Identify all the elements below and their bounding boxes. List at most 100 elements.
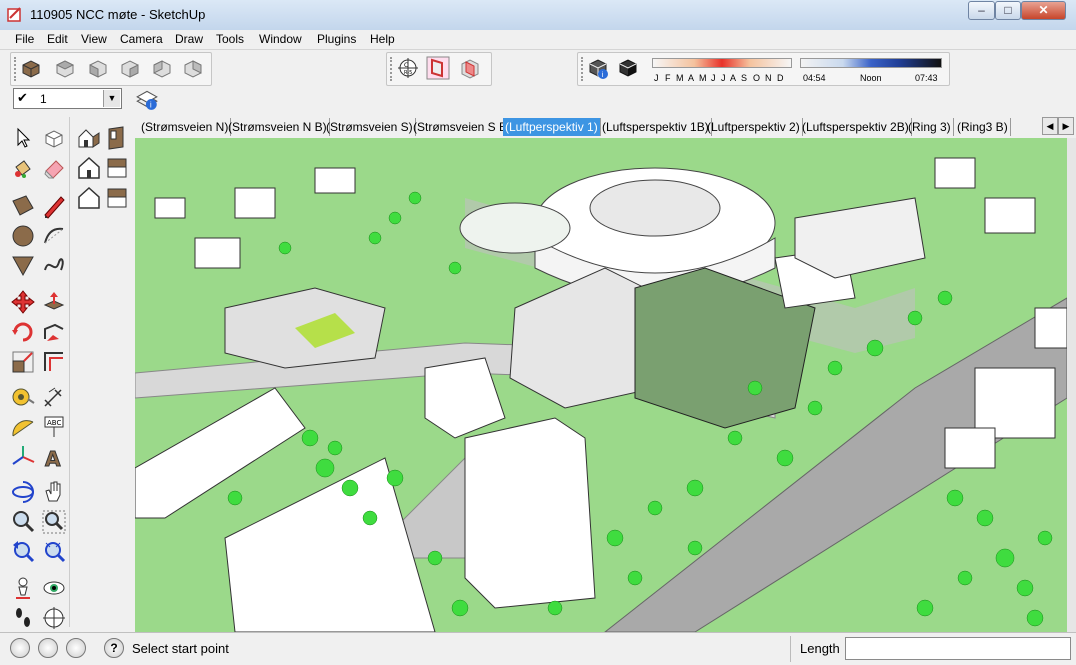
user-icon[interactable]	[66, 638, 86, 658]
move-icon[interactable]	[10, 289, 36, 315]
line-pencil-icon[interactable]	[41, 193, 67, 219]
offset-icon[interactable]	[41, 349, 67, 375]
length-input[interactable]	[845, 637, 1071, 660]
svg-text:i: i	[150, 101, 152, 110]
circle-icon[interactable]	[10, 223, 36, 249]
component-window-icon[interactable]	[104, 155, 130, 181]
rotate-icon[interactable]	[10, 319, 36, 345]
push-pull-icon[interactable]	[41, 289, 67, 315]
shadow-settings-icon[interactable]: i	[586, 56, 610, 80]
back-view-icon[interactable]	[150, 56, 174, 80]
section-cuts-icon[interactable]	[426, 56, 450, 80]
component-house-front-icon[interactable]	[76, 155, 102, 181]
menu-tools[interactable]: Tools	[216, 32, 244, 46]
scene-tab[interactable]: (Strømsveien N)	[139, 118, 232, 136]
scene-tab[interactable]: (Strømsveien S)	[324, 118, 416, 136]
close-button[interactable]: ✕	[1021, 1, 1066, 20]
length-label: Length	[800, 641, 840, 656]
maximize-button[interactable]: □	[995, 1, 1021, 20]
polygon-icon[interactable]	[10, 252, 36, 278]
menu-plugins[interactable]: Plugins	[317, 32, 356, 46]
svg-text:A: A	[45, 447, 61, 470]
scene-tab[interactable]: (Luftsperspektiv 1B)	[600, 118, 712, 136]
component-door-icon[interactable]	[104, 185, 130, 211]
menu-help[interactable]: Help	[370, 32, 395, 46]
status-bar: ? Select start point Length	[0, 632, 1076, 665]
follow-me-icon[interactable]	[41, 319, 67, 345]
scene-tabs-bar: (Strømsveien N) (Strømsveien N B) (Strøm…	[135, 115, 1076, 138]
layer-manager-icon[interactable]: i	[134, 86, 160, 112]
large-tool-set: ABC A	[0, 115, 135, 632]
look-around-icon[interactable]	[41, 575, 67, 601]
paint-bucket-icon[interactable]	[10, 155, 36, 181]
rectangle-icon[interactable]	[10, 193, 36, 219]
scale-icon[interactable]	[10, 349, 36, 375]
month-label: F	[665, 73, 671, 83]
help-icon[interactable]: ?	[104, 638, 124, 658]
svg-text:ABC: ABC	[47, 419, 61, 427]
credits-icon[interactable]	[38, 638, 58, 658]
menu-edit[interactable]: Edit	[47, 32, 68, 46]
pan-hand-icon[interactable]	[41, 479, 67, 505]
tabs-scroll-right-icon[interactable]: ▶	[1058, 117, 1074, 135]
menu-file[interactable]: File	[15, 32, 34, 46]
month-label: D	[777, 73, 784, 83]
model-viewport[interactable]	[135, 138, 1067, 632]
left-view-icon[interactable]	[181, 56, 205, 80]
zoom-icon[interactable]	[10, 509, 36, 535]
scene-tab-active[interactable]: (Luftperspektiv 1)	[503, 118, 601, 136]
scene-tab[interactable]: (Luftsperspektiv 2B)	[800, 118, 912, 136]
time-slider[interactable]	[800, 58, 942, 68]
month-slider[interactable]	[652, 58, 792, 68]
front-view-icon[interactable]	[86, 56, 110, 80]
arc-icon[interactable]	[41, 223, 67, 249]
tabs-scroll-left-icon[interactable]: ◀	[1042, 117, 1058, 135]
dimension-icon[interactable]	[41, 384, 67, 410]
menu-draw[interactable]: Draw	[175, 32, 203, 46]
text-tool-icon[interactable]: ABC	[41, 414, 67, 440]
right-view-icon[interactable]	[118, 56, 142, 80]
component-house-iso-icon[interactable]	[76, 125, 102, 151]
menu-window[interactable]: Window	[259, 32, 302, 46]
scene-tab[interactable]: (Strømsveien N B)	[226, 118, 330, 136]
geo-location-icon[interactable]	[10, 638, 30, 658]
house	[194, 237, 241, 269]
scene-tab[interactable]: (Ring3 B)	[955, 118, 1011, 136]
protractor-icon[interactable]	[10, 414, 36, 440]
menu-camera[interactable]: Camera	[120, 32, 163, 46]
axes-icon[interactable]	[10, 444, 36, 470]
layer-dropdown[interactable]: ✔ 1 ▼	[13, 88, 122, 109]
menu-view[interactable]: View	[81, 32, 107, 46]
component-wall-icon[interactable]	[104, 125, 130, 151]
chevron-down-icon[interactable]: ▼	[103, 90, 120, 107]
scene-tab[interactable]: (Ring 3)	[906, 118, 954, 136]
select-arrow-icon[interactable]	[10, 125, 36, 151]
section-plane-icon[interactable]: CR-5	[396, 56, 420, 80]
viewport-scrollbar[interactable]	[1067, 138, 1076, 632]
freehand-icon[interactable]	[41, 252, 67, 278]
zoom-previous-icon[interactable]	[10, 539, 36, 565]
section-fill-icon[interactable]	[458, 56, 482, 80]
zoom-extents-icon[interactable]	[41, 539, 67, 565]
scene-tab[interactable]: (Strømsveien S B)	[411, 118, 515, 136]
tape-measure-icon[interactable]	[10, 384, 36, 410]
house	[944, 427, 996, 469]
3d-text-icon[interactable]: A	[41, 444, 67, 471]
orbit-icon[interactable]	[10, 479, 36, 505]
component-house-outline-icon[interactable]	[76, 185, 102, 211]
scene-tab[interactable]: (Luftperspektiv 2)	[705, 118, 803, 136]
minimize-button[interactable]: –	[968, 1, 995, 20]
position-camera-icon[interactable]	[10, 575, 36, 601]
section-plane-tool-icon[interactable]	[41, 605, 67, 631]
top-view-icon[interactable]	[53, 56, 77, 80]
eraser-icon[interactable]	[41, 155, 67, 181]
house	[984, 197, 1036, 234]
month-label: M	[699, 73, 707, 83]
toolbar-grip[interactable]	[390, 57, 395, 81]
walk-icon[interactable]	[10, 605, 36, 631]
iso-view-icon[interactable]	[19, 56, 43, 80]
zoom-window-icon[interactable]	[41, 509, 67, 535]
layer-visible-check: ✔	[17, 90, 28, 105]
display-shadows-icon[interactable]	[616, 56, 640, 80]
make-component-icon[interactable]	[41, 125, 67, 151]
